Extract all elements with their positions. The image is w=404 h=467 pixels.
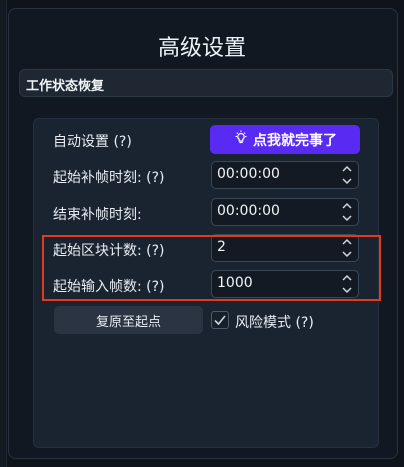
chevron-up-down-icon[interactable]: [340, 163, 354, 187]
end-frame-time-label: 结束补帧时刻:: [53, 207, 142, 223]
auto-settings-button-label: 点我就完事了: [253, 132, 337, 149]
auto-settings-button[interactable]: 点我就完事了: [210, 125, 360, 154]
chevron-up-down-icon[interactable]: [340, 200, 354, 224]
section-header: 工作状态恢复: [19, 69, 393, 97]
end-frame-time-value: 00:00:00: [217, 203, 280, 219]
start-frame-time-label: 起始补帧时刻: (?): [53, 170, 165, 186]
page-title: 高级设置: [157, 36, 246, 61]
risk-mode-label[interactable]: 风险模式 (?): [235, 312, 314, 332]
start-frame-time-input[interactable]: 00:00:00: [211, 161, 359, 189]
end-frame-time-input[interactable]: 00:00:00: [211, 198, 359, 226]
checkmark-icon: [212, 312, 228, 328]
highlight-annotation-box: [42, 235, 381, 301]
lightbulb-icon: [233, 130, 249, 150]
risk-mode-checkbox[interactable]: [211, 311, 229, 329]
reset-to-start-button[interactable]: 复原至起点: [54, 306, 203, 334]
left-window-edge: [0, 0, 7, 467]
auto-settings-label: 自动设置 (?): [53, 134, 132, 150]
start-frame-time-value: 00:00:00: [217, 166, 280, 182]
